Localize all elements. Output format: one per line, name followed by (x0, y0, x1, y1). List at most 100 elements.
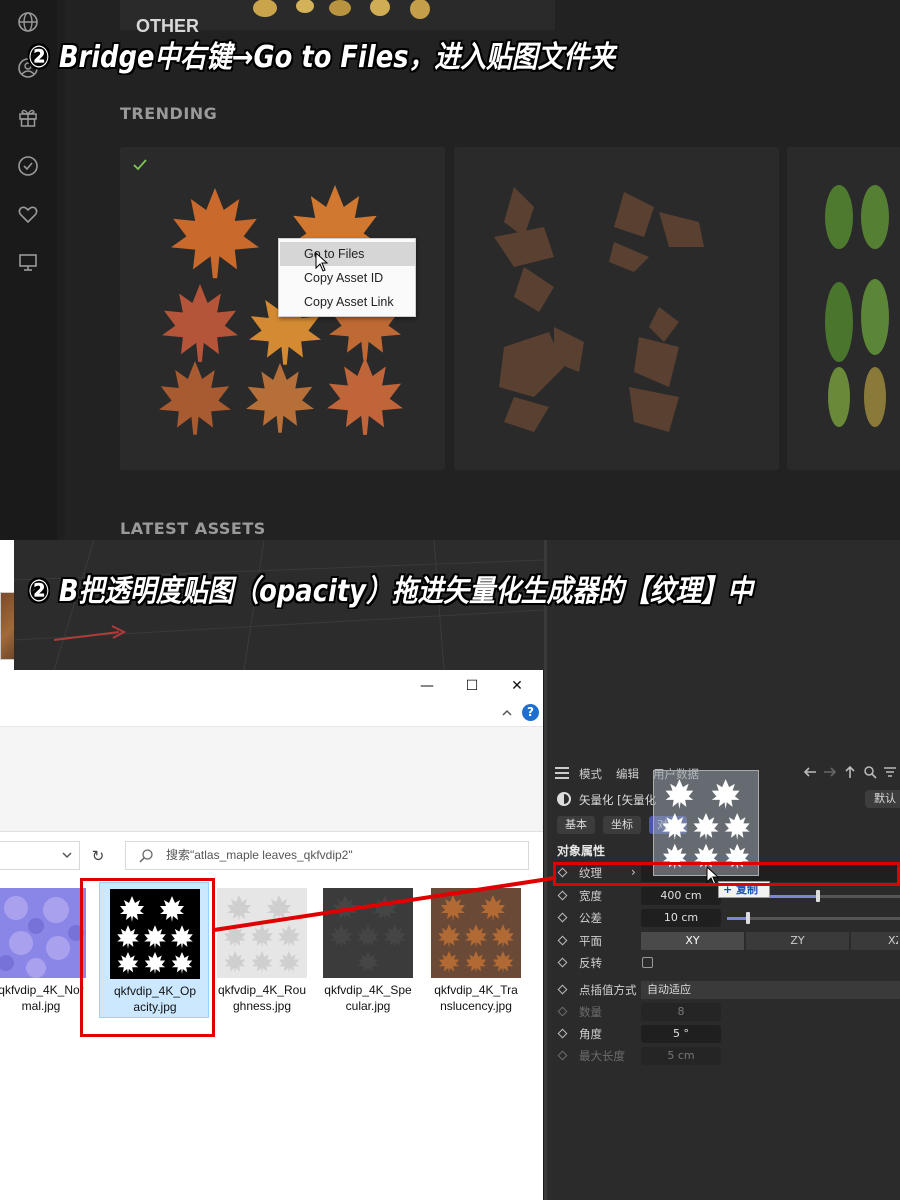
menu-item-copy-asset-link[interactable]: Copy Asset Link (280, 290, 415, 314)
tolerance-slider-fill (727, 917, 747, 920)
texture-highlight-box (553, 862, 900, 886)
section-title: 对象属性 (557, 844, 606, 858)
drag-preview-image (662, 779, 750, 870)
translucency-map-thumbnail (431, 888, 521, 978)
param-label: 数量 (579, 1005, 602, 1019)
screenshot-root: OTHER TRENDING Go to Files Copy Asset ID… (0, 0, 900, 1200)
count-value: 8 (641, 1003, 721, 1021)
keyframe-diamond-icon[interactable] (557, 957, 568, 968)
vectorizer-object-icon (557, 792, 571, 806)
normal-map-thumbnail (0, 888, 86, 978)
keyframe-diamond-icon[interactable] (557, 1028, 568, 1039)
back-arrow-icon[interactable] (803, 765, 817, 779)
latest-assets-label: LATEST ASSETS (120, 519, 266, 538)
search-input[interactable]: 搜索"atlas_maple leaves_qkfvdip2" (125, 841, 529, 870)
keyframe-diamond-icon (557, 1006, 568, 1017)
check-circle-icon[interactable] (17, 155, 39, 177)
file-explorer-window: — ☐ ✕ ? ↻ 搜索"atlas_maple leaves_qkfvdip2… (0, 670, 543, 1200)
tolerance-value[interactable]: 10 cm (641, 909, 721, 927)
menu-mode[interactable]: 模式 (579, 766, 602, 782)
keyframe-diamond-icon (557, 1050, 568, 1061)
maxlength-value: 5 cm (641, 1047, 721, 1065)
menu-edit[interactable]: 编辑 (616, 766, 639, 782)
roughness-map-thumbnail (217, 888, 307, 978)
help-icon[interactable]: ? (522, 704, 539, 721)
drag-preview-thumbnail (653, 770, 759, 876)
keyframe-diamond-icon[interactable] (557, 912, 568, 923)
gold-assets-preview[interactable] (250, 0, 440, 22)
specular-map-thumbnail (323, 888, 413, 978)
param-reverse[interactable]: 反转 (547, 953, 900, 973)
mouse-cursor-icon (315, 252, 329, 272)
search-placeholder: 搜索"atlas_maple leaves_qkfvdip2" (166, 848, 353, 862)
plane-option-xz[interactable]: XZ (851, 932, 900, 950)
menu-item-go-to-files[interactable]: Go to Files (280, 242, 415, 266)
collapse-ribbon-icon[interactable] (500, 706, 514, 720)
menu-item-copy-asset-id[interactable]: Copy Asset ID (280, 266, 415, 290)
keyframe-diamond-icon[interactable] (557, 984, 568, 995)
file-name: qkfvdip_4K_Rou ghness.jpg (217, 983, 307, 1013)
tolerance-slider-track[interactable] (727, 917, 900, 920)
param-plane[interactable]: 平面 XY ZY XZ (547, 931, 900, 951)
interpolation-dropdown[interactable]: 自动适应 (641, 981, 900, 999)
param-label: 平面 (579, 934, 602, 948)
maximize-button[interactable]: ☐ (464, 678, 480, 694)
angle-value[interactable]: 5 ° (641, 1025, 721, 1043)
param-angle[interactable]: 角度 5 ° (547, 1024, 900, 1044)
trending-label: TRENDING (120, 104, 218, 123)
param-label: 宽度 (579, 889, 602, 903)
filter-icon[interactable] (883, 765, 897, 779)
hamburger-icon[interactable] (555, 767, 569, 779)
width-value[interactable]: 400 cm (641, 887, 721, 905)
param-maxlength: 最大长度 5 cm (547, 1046, 900, 1066)
bridge-sidebar (0, 0, 57, 540)
reverse-checkbox[interactable] (642, 957, 653, 968)
ribbon-area (0, 727, 543, 832)
close-button[interactable]: ✕ (509, 678, 525, 694)
file-item-specular[interactable]: qkfvdip_4K_Spe cular.jpg (313, 882, 423, 1018)
width-slider-knob[interactable] (816, 890, 820, 902)
keyframe-diamond-icon[interactable] (557, 890, 568, 901)
up-arrow-icon[interactable] (843, 765, 857, 779)
param-interpolation[interactable]: 点插值方式 自动适应 (547, 980, 900, 1000)
param-label: 公差 (579, 911, 602, 925)
param-label: 反转 (579, 956, 602, 970)
tab-basic[interactable]: 基本 (557, 816, 595, 834)
context-menu: Go to Files Copy Asset ID Copy Asset Lin… (278, 238, 416, 317)
heart-icon[interactable] (17, 203, 39, 225)
asset-card-dry-leaves[interactable] (454, 147, 779, 470)
param-count: 数量 8 (547, 1002, 900, 1022)
gift-icon[interactable] (17, 106, 39, 128)
param-label: 点插值方式 (579, 983, 637, 997)
file-name: qkfvdip_4K_Spe cular.jpg (324, 983, 412, 1013)
address-dropdown-icon[interactable] (60, 848, 74, 862)
globe-icon[interactable] (17, 11, 39, 33)
downloaded-check-icon (133, 159, 147, 171)
opacity-highlight-box (80, 878, 215, 1037)
caption-step-2: ② B把透明度贴图（opacity）拖进矢量化生成器的【纹理】中 (28, 574, 753, 609)
search-icon[interactable] (863, 765, 877, 779)
default-button[interactable]: 默认 (865, 790, 900, 808)
keyframe-diamond-icon[interactable] (557, 935, 568, 946)
tolerance-slider-knob[interactable] (746, 912, 750, 924)
green-leaves-image (825, 185, 889, 427)
dry-leaves-image (494, 187, 704, 432)
file-item-roughness[interactable]: qkfvdip_4K_Rou ghness.jpg (207, 882, 317, 1018)
file-name: qkfvdip_4K_Tra nslucency.jpg (434, 983, 518, 1013)
forward-arrow-icon[interactable] (823, 765, 837, 779)
bridge-panel: OTHER TRENDING Go to Files Copy Asset ID… (0, 0, 900, 540)
plane-option-zy[interactable]: ZY (746, 932, 849, 950)
plane-option-xy[interactable]: XY (641, 932, 744, 950)
param-label: 角度 (579, 1027, 602, 1041)
param-label: 最大长度 (579, 1049, 625, 1063)
caption-step-1: ② Bridge中右键→Go to Files，进入贴图文件夹 (28, 40, 616, 75)
tab-coord[interactable]: 坐标 (603, 816, 641, 834)
refresh-button[interactable]: ↻ (85, 843, 111, 869)
object-name: 矢量化 [矢量化 (579, 793, 657, 807)
monitor-icon[interactable] (17, 251, 39, 273)
param-tolerance[interactable]: 公差 10 cm (547, 908, 900, 928)
minimize-button[interactable]: — (419, 678, 435, 694)
asset-card-green-leaves[interactable] (787, 147, 900, 470)
file-item-translucency[interactable]: qkfvdip_4K_Tra nslucency.jpg (421, 882, 531, 1018)
search-icon (139, 849, 153, 863)
